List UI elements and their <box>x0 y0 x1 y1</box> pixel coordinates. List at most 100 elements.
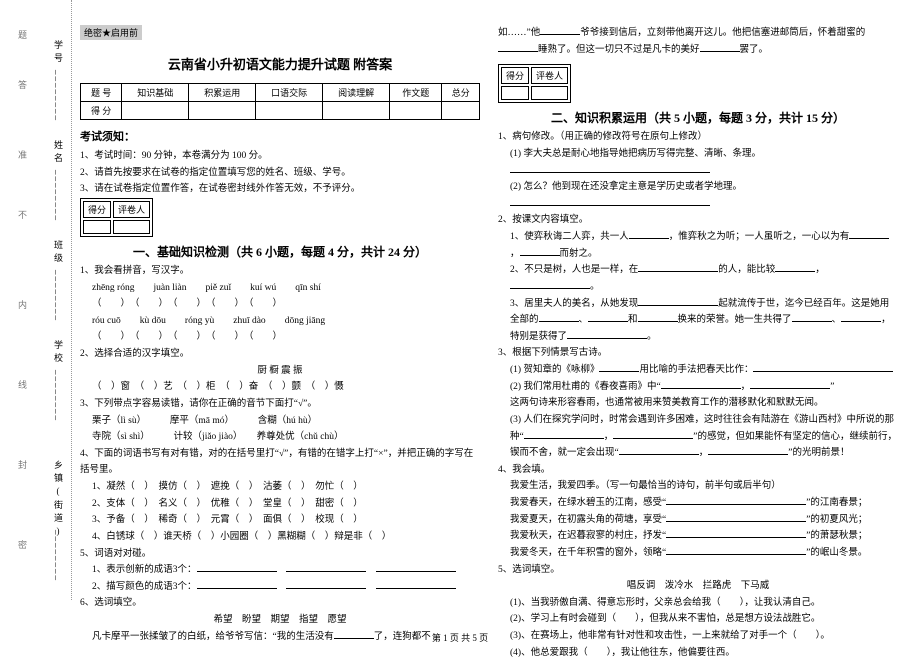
p3-l2[interactable]: (2) 我们常用杜甫的《春夜喜雨》中“，” <box>498 379 898 396</box>
pinyin: róng yù <box>185 316 214 326</box>
q4-stem: 4、下面的词语书写有对有错，对的在括号里打“√”，有错的在错字上打“×”，并把正… <box>80 446 480 479</box>
seal-bar-char: 密 <box>16 540 29 559</box>
pinyin: zhēng róng <box>92 283 134 293</box>
p1-blank[interactable] <box>498 163 898 180</box>
sb2-blank[interactable] <box>531 86 568 100</box>
q5-stem: 5、词语对对碰。 <box>80 546 480 563</box>
p5-opts: 唱反调 泼冷水 拦路虎 下马威 <box>498 578 898 595</box>
sb2-c2: 评卷人 <box>531 67 568 84</box>
score-cell[interactable] <box>323 102 390 120</box>
q5-l2[interactable]: 2、描写颜色的成语3个： <box>80 579 480 596</box>
score-h0: 题 号 <box>81 84 122 102</box>
p3-l4[interactable]: (3) 人们在探究学问时，时常会遇到许多困难，这时往往会有陆游在《游山西村》中所… <box>498 412 898 462</box>
q5-l1-text: 1、表示创新的成语3个： <box>92 565 197 575</box>
gutter-blank[interactable]: ________ <box>54 370 64 422</box>
left-column: 绝密★启用前 云南省小升初语文能力提升试题 附答案 题 号 知识基础 积累运用 … <box>80 25 480 661</box>
sb-blank[interactable] <box>83 220 111 234</box>
section-2-title: 二、知识积累运用（共 5 小题，每题 3 分，共计 15 分） <box>498 109 898 126</box>
sb2-blank[interactable] <box>501 86 529 100</box>
pinyin: róu cuō <box>92 316 121 326</box>
seal-bar-char: 不 <box>16 210 29 229</box>
p5-l2[interactable]: (2)、学习上有时会碰到（ ），但我从来不害怕，总是想方设法战胜它。 <box>498 611 898 628</box>
seal-bar-char: 封 <box>16 460 29 479</box>
q6-body-b[interactable]: 如……”他爷爷接到信后，立刻带他离开这儿。他把信塞进邮筒后，怀着甜蜜的睡熟了。但… <box>498 25 898 58</box>
pinyin: piě zuǐ <box>206 283 232 293</box>
gutter-blank[interactable]: ________ <box>54 530 64 582</box>
pinyin: qīn shí <box>295 283 321 293</box>
score-h4: 阅读理解 <box>323 84 390 102</box>
notice-2: 2、请首先按要求在试卷的指定位置填写您的姓名、班级、学号。 <box>80 165 480 182</box>
section-score-box: 得分评卷人 <box>80 198 153 237</box>
pinyin: kuí wú <box>250 283 276 293</box>
score-table: 题 号 知识基础 积累运用 口语交际 阅读理解 作文题 总分 得 分 <box>80 83 480 120</box>
p2-l2[interactable]: 2、不只是树，人也是一样，在的人，能比较，。 <box>498 262 898 295</box>
gutter-field-school: 学校 <box>52 340 65 366</box>
score-row2: 得 分 <box>81 102 122 120</box>
p3-l1[interactable]: (1) 贺知章的《咏柳》用比喻的手法把春天比作： <box>498 362 898 379</box>
notice-1: 1、考试时间：90 分钟，本卷满分为 100 分。 <box>80 148 480 165</box>
score-h5: 作文题 <box>390 84 442 102</box>
p3-l3: 这两句诗来形容春雨，也通常被用来赞美教育工作的潜移默化和默默无闻。 <box>498 395 898 412</box>
page-footer: 第 1 页 共 5 页 <box>0 631 920 644</box>
p4-l3[interactable]: 我爱秋天，在迟暮寂寥的村庄，抒发“”的萧瑟秋景； <box>498 528 898 545</box>
notice-3: 3、请在试卷指定位置作答，在试卷密封线外作答无效，不予评分。 <box>80 181 480 198</box>
right-column: 如……”他爷爷接到信后，立刻带他离开这儿。他把信塞进邮筒后，怀着甜蜜的睡熟了。但… <box>498 25 898 661</box>
sb-blank[interactable] <box>113 220 150 234</box>
q4-l1[interactable]: 1、凝然（ ） 摸仿（ ） 遮挽（ ） 沽萎（ ） 勿忙（ ） <box>80 479 480 496</box>
p2-l1[interactable]: 1、使弈秋诲二人弈，共一人，惟弈秋之为听；一人虽听之，一心以为有，而射之。 <box>498 229 898 262</box>
pinyin: dōng jiāng <box>285 316 325 326</box>
p2-l3[interactable]: 3、居里夫人的美名，从她发现起就流传于世，迄今已经百年。这是她用全部的、和换来的… <box>498 296 898 346</box>
p3-stem: 3、根据下列情景写古诗。 <box>498 345 898 362</box>
q3-stem: 3、下列带点字容易读错，请你在正确的音节下面打“√”。 <box>80 396 480 413</box>
q4-l2[interactable]: 2、支体（ ） 名义（ ） 优稚（ ） 堂皇（ ） 甜密（ ） <box>80 496 480 513</box>
score-cell[interactable] <box>256 102 323 120</box>
score-h6: 总分 <box>442 84 480 102</box>
p1-l2[interactable]: (2) 怎么？他到现在还没拿定主意是学历史或者学地理。 <box>498 179 898 196</box>
score-cell[interactable] <box>442 102 480 120</box>
section-1-title: 一、基础知识检测（共 6 小题，每题 4 分，共计 24 分） <box>80 243 480 260</box>
q1-blank-row1[interactable]: （ ） （ ） （ ） （ ） （ ） <box>80 296 480 313</box>
exam-title: 云南省小升初语文能力提升试题 附答案 <box>80 54 480 73</box>
gutter-field-class: 班级 <box>52 240 65 266</box>
notice-head: 考试须知： <box>80 128 480 144</box>
exam-body: 绝密★启用前 云南省小升初语文能力提升试题 附答案 题 号 知识基础 积累运用 … <box>80 25 900 661</box>
score-cell[interactable] <box>390 102 442 120</box>
q3-l2[interactable]: 寺院（sì shì） 计较（jiǎo jiào） 养尊处优（chǔ chù） <box>80 429 480 446</box>
gutter-blank[interactable]: ________ <box>54 270 64 322</box>
q1-pinyin-row2: róu cuō kù dōu róng yù zhuī dào dōng jiā… <box>80 313 480 330</box>
p1-blank2[interactable] <box>498 196 898 213</box>
p4-l4[interactable]: 我爱冬天，在千年积雪的窗外，领略“”的岷山冬景。 <box>498 545 898 562</box>
score-cell[interactable] <box>189 102 256 120</box>
score-cell[interactable] <box>122 102 189 120</box>
p4-l2[interactable]: 我爱夏天，在初露头角的荷塘，享受“”的初夏风光； <box>498 512 898 529</box>
q6-stem: 6、选词填空。 <box>80 595 480 612</box>
q1-blank-row2[interactable]: （ ） （ ） （ ） （ ） （ ） <box>80 329 480 346</box>
p5-stem: 5、选词填空。 <box>498 562 898 579</box>
gutter-blank[interactable]: ________ <box>54 170 64 222</box>
q2-chars: 厨 橱 震 振 <box>80 363 480 380</box>
q3-l1[interactable]: 栗子（lì sù） 摩平（mā mó） 含糊（hú hù） <box>80 413 480 430</box>
sb-c2: 评卷人 <box>113 201 150 218</box>
pinyin: kù dōu <box>140 316 166 326</box>
q5-l1[interactable]: 1、表示创新的成语3个： <box>80 562 480 579</box>
seal-bar-char: 题 <box>16 30 29 49</box>
score-h2: 积累运用 <box>189 84 256 102</box>
p1-stem: 1、病句修改。（用正确的修改符号在原句上修改） <box>498 129 898 146</box>
p5-l1[interactable]: (1)、当我骄傲自满、得意忘形时，父亲总会给我（ ），让我认清自己。 <box>498 595 898 612</box>
confidential-seal: 绝密★启用前 <box>80 25 142 40</box>
p4-l1[interactable]: 我爱春天，在绿水碧玉的江南，感受“”的江南春景； <box>498 495 898 512</box>
q6-opts: 希望 盼望 期望 指望 愿望 <box>80 612 480 629</box>
sb2-c1: 得分 <box>501 67 529 84</box>
q2-stem: 2、选择合适的汉字填空。 <box>80 346 480 363</box>
pinyin: juàn liàn <box>154 283 187 293</box>
score-h1: 知识基础 <box>122 84 189 102</box>
p5-l4[interactable]: (4)、他总爱跟我（ ），我让他往东，他偏要往西。 <box>498 645 898 661</box>
gutter-blank[interactable]: ________ <box>54 70 64 122</box>
p1-l1[interactable]: (1) 李大夫总是耐心地指导她把病历写得完整、清晰、条理。 <box>498 146 898 163</box>
q2-line[interactable]: （ ）窗 （ ）艺 （ ）柜 （ ）奋 （ ）颤 （ ）慑 <box>80 379 480 396</box>
seal-bar-char: 内 <box>16 300 29 319</box>
q4-l4[interactable]: 4、白锈球（ ）谁天桥（ ）小园圈（ ）黑糊糊（ ）辩是非（ ） <box>80 529 480 546</box>
p4-stem: 4、我会填。 <box>498 462 898 479</box>
gutter-field-town: 乡镇(街道) <box>52 460 65 540</box>
q4-l3[interactable]: 3、予备（ ） 稀奇（ ） 元霄（ ） 面俱（ ） 校现（ ） <box>80 512 480 529</box>
